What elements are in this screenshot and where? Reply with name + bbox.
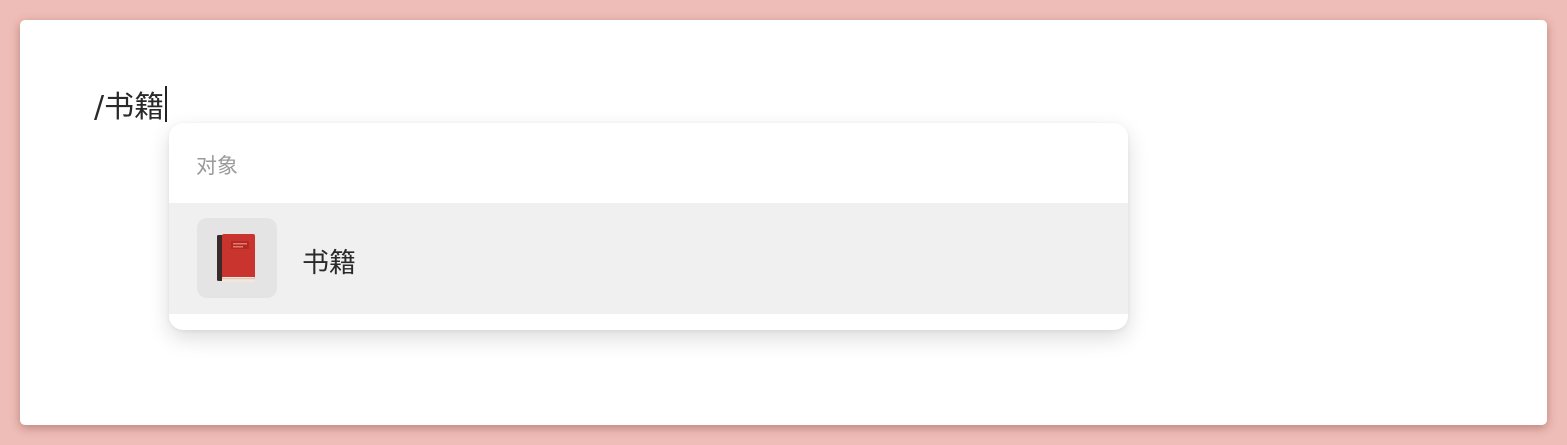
editor-input[interactable]: /书籍 (94, 82, 168, 126)
slash-command-popup: 对象 书籍 (169, 123, 1128, 330)
popup-item-label: 书籍 (302, 248, 356, 279)
editor-text: /书籍 (94, 90, 165, 125)
red-book-icon (197, 218, 277, 298)
popup-item-book[interactable]: 书籍 (169, 203, 1128, 314)
popup-section-label: 对象 (196, 154, 238, 178)
text-caret (165, 86, 168, 122)
red-book-icon-graphic (217, 234, 255, 282)
